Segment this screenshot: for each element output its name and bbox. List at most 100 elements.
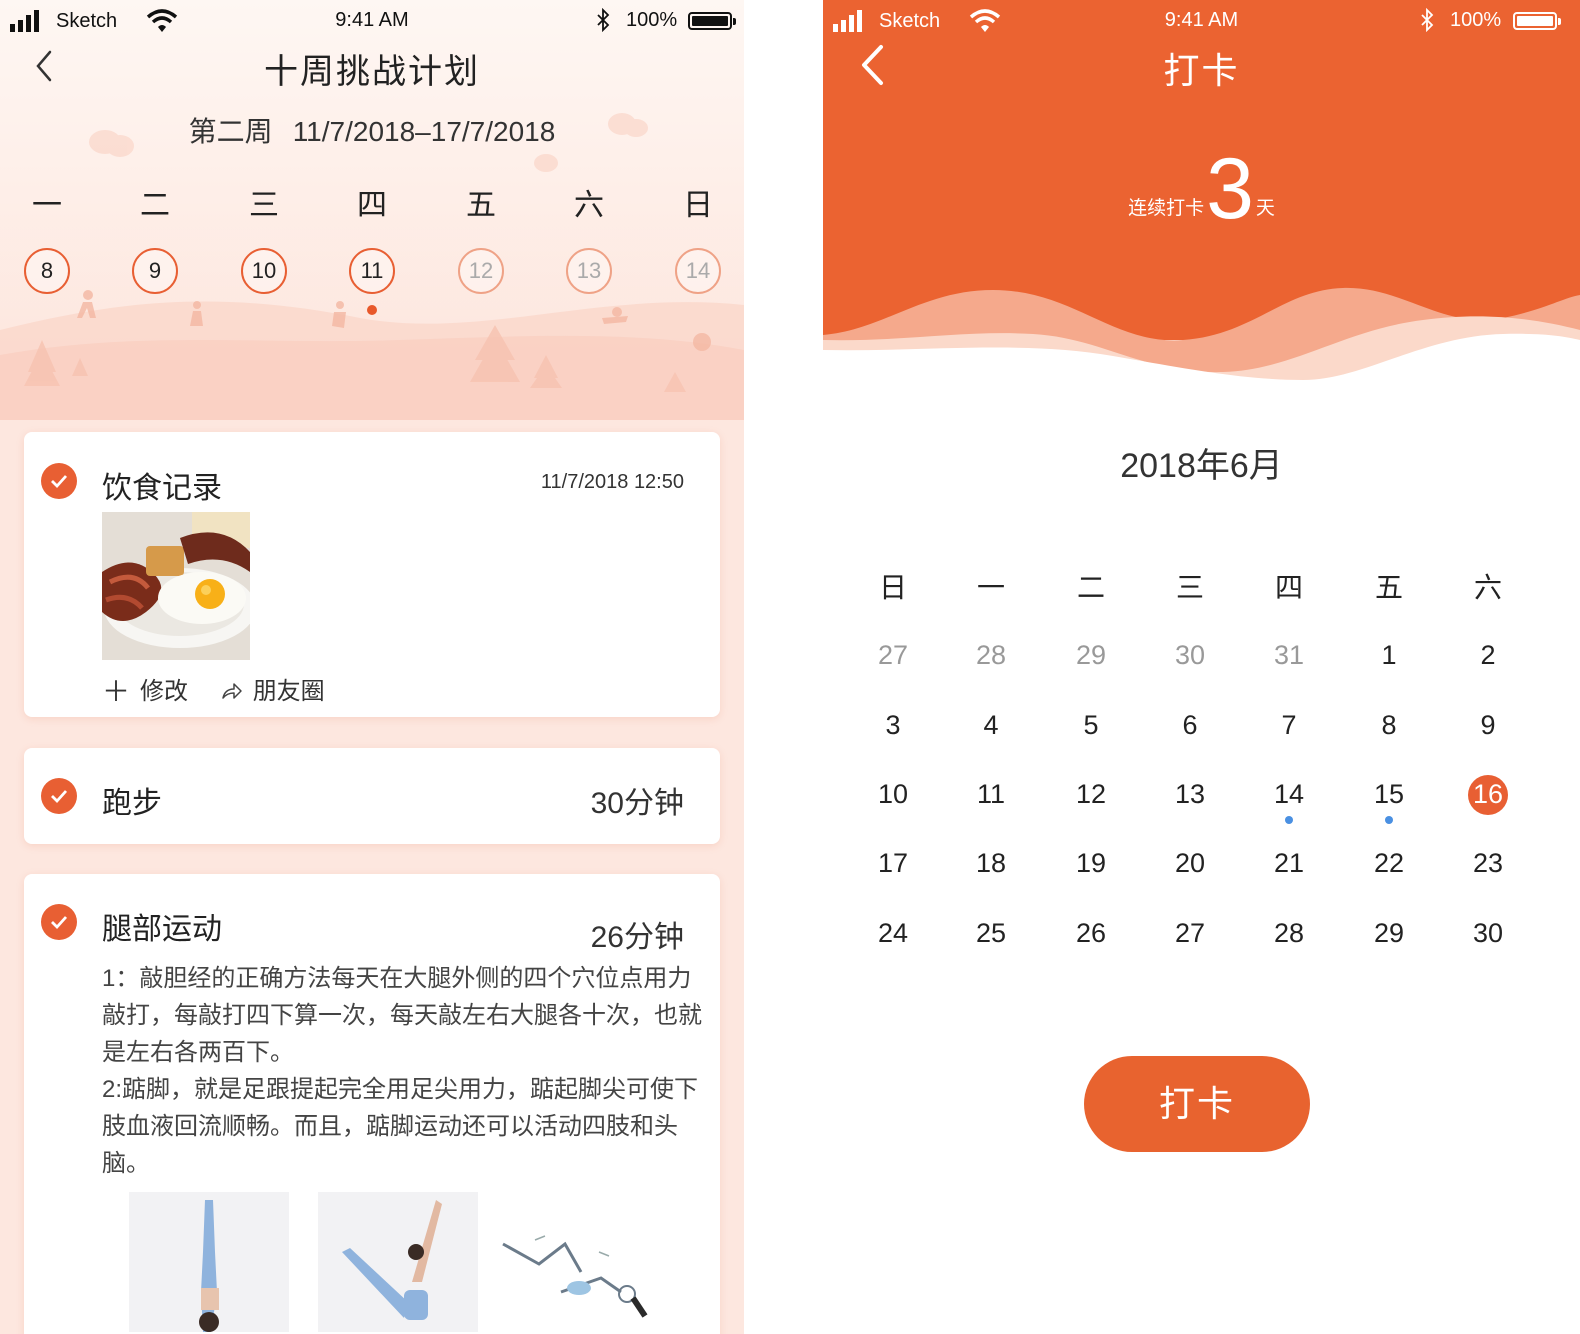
calendar-weekday-label: 三 xyxy=(1175,572,1204,603)
checkin-marker-dot xyxy=(1385,816,1393,824)
share-label: 朋友圈 xyxy=(252,678,325,705)
calendar-day[interactable]: 30 xyxy=(1458,918,1518,949)
plan-screen: Sketch 9:41 AM 100% 十周挑战计划 第二周 11/7/2018–… xyxy=(0,0,744,1334)
exercise-photo-handstand[interactable] xyxy=(129,1192,289,1332)
calendar-day[interactable]: 14 xyxy=(1259,779,1319,810)
diet-record-card[interactable]: 饮食记录 11/7/2018 12:50 ＋ 修改 朋友圈 xyxy=(24,432,720,717)
weekday-label: 六 xyxy=(574,189,604,222)
day-10[interactable]: 10 xyxy=(241,248,287,294)
calendar-day[interactable]: 24 xyxy=(863,918,923,949)
calendar-day[interactable]: 9 xyxy=(1458,710,1518,741)
calendar-day[interactable]: 19 xyxy=(1061,848,1121,879)
calendar-day[interactable]: 2 xyxy=(1458,640,1518,671)
calendar-day[interactable]: 29 xyxy=(1061,640,1121,671)
day-14[interactable]: 14 xyxy=(675,248,721,294)
calendar-month-title: 2018年6月 xyxy=(1120,447,1283,485)
checkin-button[interactable]: 打卡 xyxy=(1084,1056,1310,1152)
food-photo[interactable] xyxy=(102,512,250,660)
leg-exercise-duration: 26分钟 xyxy=(590,921,684,954)
calendar-day[interactable]: 1 xyxy=(1359,640,1419,671)
calendar-day[interactable]: 27 xyxy=(1160,918,1220,949)
weekday-label: 二 xyxy=(140,189,170,222)
calendar-day[interactable]: 21 xyxy=(1259,848,1319,879)
day-9[interactable]: 9 xyxy=(132,248,178,294)
week-name: 第二周 xyxy=(188,116,273,147)
exercise-photo-split[interactable] xyxy=(318,1192,478,1332)
calendar-day[interactable]: 6 xyxy=(1160,710,1220,741)
leg-exercise-card[interactable]: 腿部运动 26分钟 1：敲胆经的正确方法每天在大腿外侧的四个穴位点用力敲打，每敲… xyxy=(24,874,720,1334)
calendar-day[interactable]: 7 xyxy=(1259,710,1319,741)
check-icon xyxy=(41,904,77,940)
weekday-label: 五 xyxy=(466,189,496,222)
calendar-weekday-label: 四 xyxy=(1274,572,1303,603)
checkin-marker-dot xyxy=(1285,816,1293,824)
edit-button[interactable]: ＋ 修改 xyxy=(102,670,188,710)
week-label: 第二周 11/7/2018–17/7/2018 xyxy=(0,110,744,150)
leg-exercise-title: 腿部运动 xyxy=(102,913,222,946)
calendar-day[interactable]: 13 xyxy=(1160,779,1220,810)
calendar-weekday-label: 五 xyxy=(1374,572,1403,603)
calendar-day[interactable]: 22 xyxy=(1359,848,1419,879)
calendar-day[interactable]: 25 xyxy=(961,918,1021,949)
check-icon xyxy=(41,778,77,814)
weekday-label: 一 xyxy=(32,189,62,222)
calendar-day[interactable]: 5 xyxy=(1061,710,1121,741)
calendar-day[interactable]: 20 xyxy=(1160,848,1220,879)
calendar-weekday-label: 日 xyxy=(878,572,907,603)
day-8[interactable]: 8 xyxy=(24,248,70,294)
calendar-day[interactable]: 29 xyxy=(1359,918,1419,949)
calendar-day[interactable]: 15 xyxy=(1359,779,1419,810)
calendar-day[interactable]: 8 xyxy=(1359,710,1419,741)
calendar-day-selected[interactable]: 16 xyxy=(1458,779,1518,810)
calendar-day[interactable]: 31 xyxy=(1259,640,1319,671)
diet-record-timestamp: 11/7/2018 12:50 xyxy=(540,471,684,493)
calendar-day[interactable]: 28 xyxy=(961,640,1021,671)
day-11-today[interactable]: 11 xyxy=(349,248,395,294)
diet-record-title: 饮食记录 xyxy=(102,472,222,505)
calendar-day[interactable]: 18 xyxy=(961,848,1021,879)
running-duration: 30分钟 xyxy=(590,787,684,820)
weekday-label: 日 xyxy=(683,189,713,222)
streak-counter: 连续打卡3 天 xyxy=(823,146,1580,232)
status-bar: Sketch 9:41 AM 100% xyxy=(823,0,1580,42)
calendar-day[interactable]: 12 xyxy=(1061,779,1121,810)
calendar-day[interactable]: 26 xyxy=(1061,918,1121,949)
calendar-day[interactable]: 23 xyxy=(1458,848,1518,879)
calendar-day[interactable]: 17 xyxy=(863,848,923,879)
battery-percent: 100% xyxy=(626,9,678,31)
bluetooth-icon xyxy=(1421,8,1434,32)
leg-exercise-description: 1：敲胆经的正确方法每天在大腿外侧的四个穴位点用力敲打，每敲打四下算一次，每天敲… xyxy=(102,965,702,1177)
streak-suffix: 天 xyxy=(1255,198,1275,219)
week-range: 11/7/2018–17/7/2018 xyxy=(292,116,556,147)
share-moments-button[interactable]: 朋友圈 xyxy=(221,671,325,706)
battery-percent: 100% xyxy=(1450,9,1502,31)
diet-actions: ＋ 修改 朋友圈 xyxy=(102,670,351,710)
plus-icon: ＋ xyxy=(102,676,131,707)
calendar-weekday-label: 六 xyxy=(1473,572,1502,603)
calendar-day[interactable]: 30 xyxy=(1160,640,1220,671)
running-title: 跑步 xyxy=(102,787,162,820)
weekday-label: 四 xyxy=(357,189,387,222)
day-12[interactable]: 12 xyxy=(458,248,504,294)
calendar-day[interactable]: 27 xyxy=(863,640,923,671)
today-indicator-dot xyxy=(367,305,377,315)
streak-prefix: 连续打卡 xyxy=(1128,198,1205,219)
exercise-illustration-leg-raise[interactable] xyxy=(499,1192,659,1332)
edit-label: 修改 xyxy=(140,678,189,705)
calendar-day[interactable]: 11 xyxy=(961,779,1021,810)
calendar-day[interactable]: 3 xyxy=(863,710,923,741)
battery-icon xyxy=(688,12,736,30)
page-title: 打卡 xyxy=(1163,50,1240,91)
battery-icon xyxy=(1513,12,1561,30)
calendar-day[interactable]: 4 xyxy=(961,710,1021,741)
calendar-weekday-label: 二 xyxy=(1076,572,1105,603)
running-card[interactable]: 跑步 30分钟 xyxy=(24,748,720,844)
calendar-day[interactable]: 28 xyxy=(1259,918,1319,949)
status-bar: Sketch 9:41 AM 100% xyxy=(0,0,744,42)
share-icon xyxy=(221,683,242,699)
bluetooth-icon xyxy=(597,8,610,32)
day-13[interactable]: 13 xyxy=(566,248,612,294)
checkin-screen: Sketch 9:41 AM 100% 打卡 连续打卡3 天 2018年6月 日一… xyxy=(823,0,1580,1334)
calendar-day[interactable]: 10 xyxy=(863,779,923,810)
weekday-label: 三 xyxy=(249,189,279,222)
